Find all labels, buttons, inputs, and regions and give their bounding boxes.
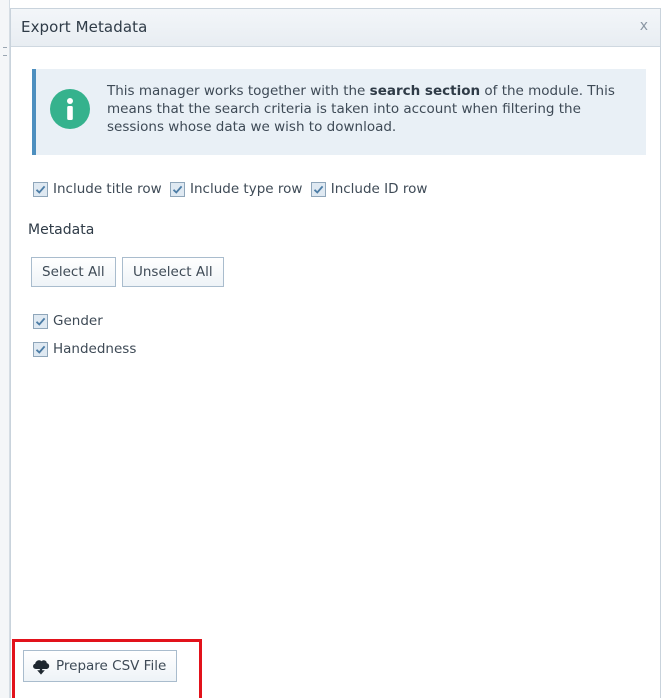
prepare-csv-file-button[interactable]: Prepare CSV File: [23, 650, 178, 682]
info-text-part: This manager works together with the: [107, 83, 370, 99]
checkbox-checked-icon[interactable]: [33, 181, 48, 197]
info-icon: [50, 89, 90, 129]
checkbox-checked-icon[interactable]: [33, 341, 48, 357]
info-box: This manager works together with the sea…: [32, 69, 646, 155]
include-title-row-checkbox[interactable]: Include title row: [33, 181, 162, 197]
background-tick: [3, 55, 7, 56]
page: Export Metadata x This manager works tog…: [0, 0, 663, 698]
option-label: Include title row: [53, 181, 162, 197]
option-label: Include type row: [189, 181, 303, 197]
include-id-row-checkbox[interactable]: Include ID row: [310, 181, 428, 197]
cloud-download-icon: [31, 657, 51, 687]
unselect-all-button[interactable]: Unselect All: [122, 257, 224, 287]
metadata-item-gender[interactable]: Gender: [33, 307, 136, 335]
include-type-row-checkbox[interactable]: Include type row: [169, 181, 303, 197]
metadata-item-label: Gender: [53, 313, 103, 329]
checkbox-checked-icon[interactable]: [310, 181, 326, 197]
info-text-bold: search section: [369, 83, 481, 99]
background-app-edge: [0, 0, 10, 698]
prepare-csv-file-label: Prepare CSV File: [56, 658, 167, 674]
background-tick: [3, 47, 7, 48]
option-label: Include ID row: [330, 181, 428, 197]
info-text: This manager works together with the sea…: [107, 82, 627, 136]
metadata-section-title: Metadata: [28, 222, 95, 238]
close-icon[interactable]: x: [640, 18, 648, 34]
metadata-list: Gender Handedness: [33, 307, 136, 363]
dialog-title: Export Metadata: [21, 18, 148, 36]
metadata-item-label: Handedness: [53, 341, 137, 357]
metadata-item-handedness[interactable]: Handedness: [33, 335, 136, 363]
checkbox-checked-icon[interactable]: [169, 181, 185, 197]
checkbox-checked-icon[interactable]: [33, 313, 48, 329]
export-metadata-dialog: Export Metadata x This manager works tog…: [10, 8, 661, 698]
dialog-titlebar: Export Metadata x: [11, 9, 660, 47]
select-all-button[interactable]: Select All: [31, 257, 116, 287]
export-options: Include title row Include type row Inclu…: [33, 181, 431, 197]
